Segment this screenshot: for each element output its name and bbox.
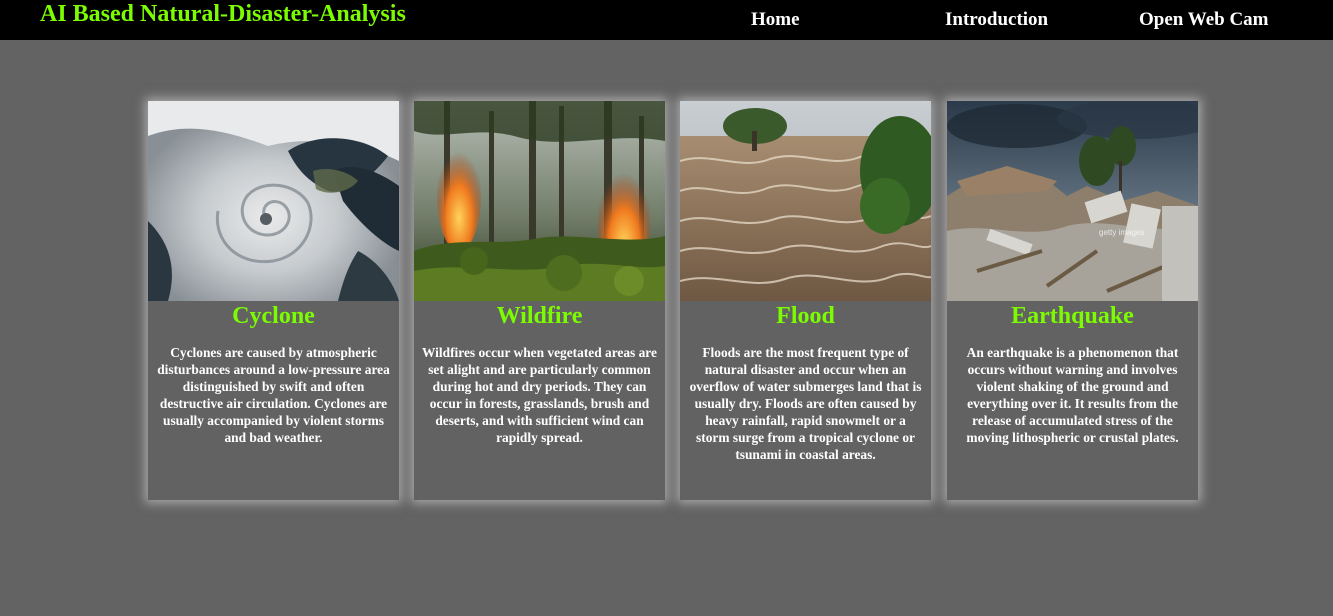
card-description-flood: Floods are the most frequent type of nat… bbox=[689, 345, 922, 462]
flood-image bbox=[680, 101, 931, 301]
brand-title[interactable]: AI Based Natural-Disaster-Analysis bbox=[40, 1, 406, 28]
navbar: AI Based Natural-Disaster-Analysis Home … bbox=[0, 0, 1333, 40]
getty-images-watermark: getty images bbox=[1099, 228, 1144, 237]
card-title-flood: Flood bbox=[776, 303, 835, 329]
wildfire-image bbox=[414, 101, 665, 301]
card-earthquake: getty images Earthquake An earthquake is… bbox=[947, 101, 1198, 500]
cyclone-image bbox=[148, 101, 399, 301]
earthquake-image: getty images bbox=[947, 101, 1198, 301]
card-title-cyclone: Cyclone bbox=[232, 303, 315, 329]
card-title-wildfire: Wildfire bbox=[496, 303, 583, 329]
nav-link-open-web-cam[interactable]: Open Web Cam bbox=[1139, 9, 1269, 31]
nav-link-home[interactable]: Home bbox=[751, 9, 800, 31]
nav-link-introduction[interactable]: Introduction bbox=[945, 9, 1048, 31]
card-wildfire: Wildfire Wildfires occur when vegetated … bbox=[414, 101, 665, 500]
card-title-earthquake: Earthquake bbox=[1011, 303, 1134, 329]
card-description-cyclone: Cyclones are caused by atmospheric distu… bbox=[157, 345, 390, 445]
card-description-wildfire: Wildfires occur when vegetated areas are… bbox=[422, 345, 657, 445]
card-flood: Flood Floods are the most frequent type … bbox=[680, 101, 931, 500]
card-cyclone: Cyclone Cyclones are caused by atmospher… bbox=[148, 101, 399, 500]
card-description-earthquake: An earthquake is a phenomenon that occur… bbox=[966, 345, 1179, 445]
